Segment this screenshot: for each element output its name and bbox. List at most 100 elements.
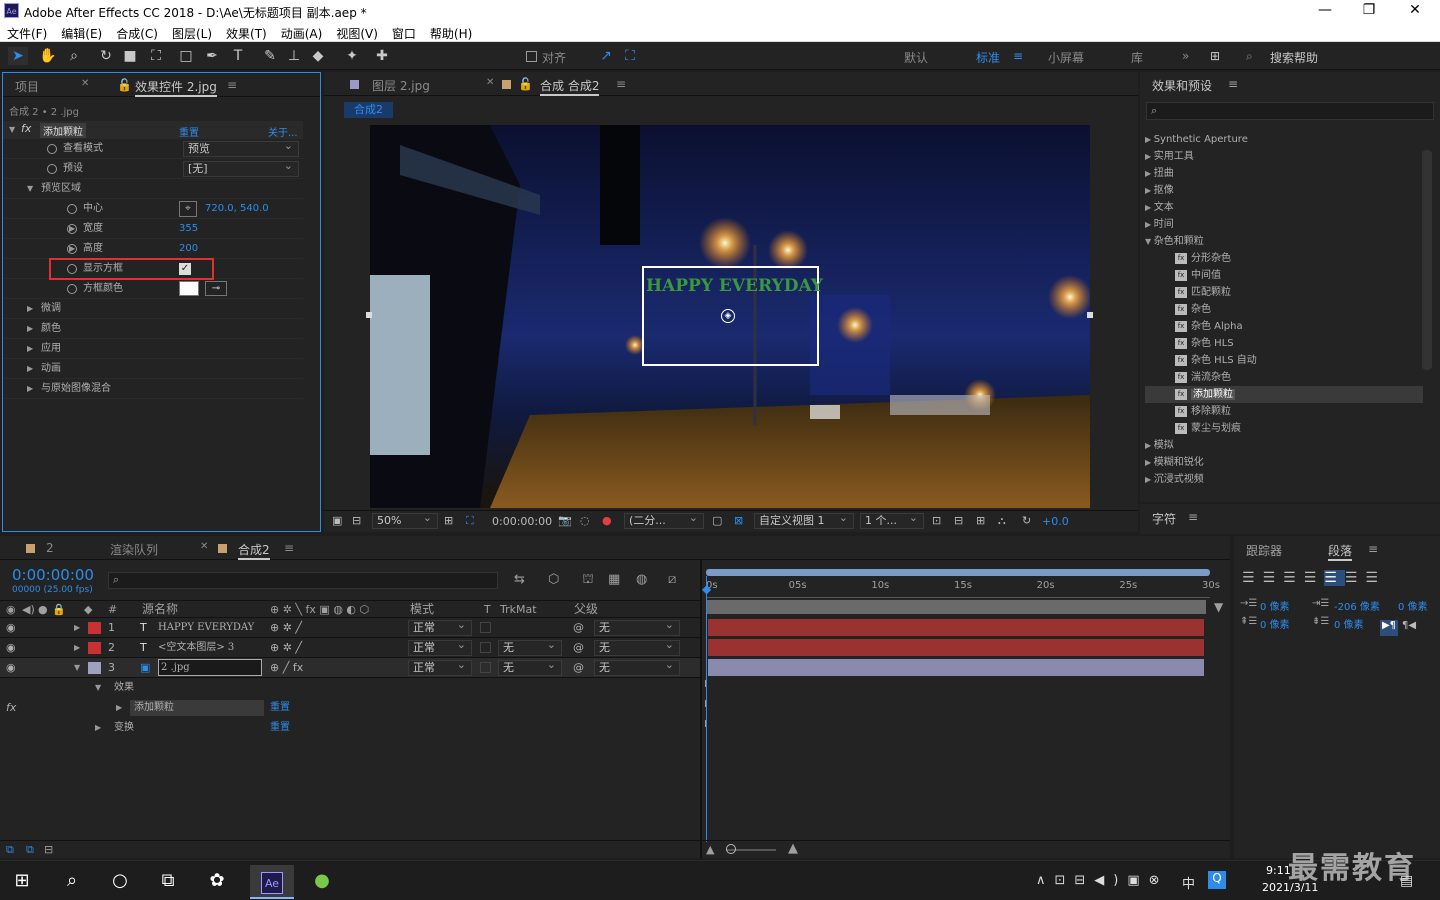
workspace-small-screen[interactable]: 小屏幕 [1048,49,1084,66]
eyedropper-icon[interactable]: ⊸ [205,281,227,296]
pinned-app-icon[interactable]: ✿ [205,869,229,893]
layer-name[interactable]: 2 .jpg [158,659,262,676]
panel-menu-icon[interactable]: ≡ [1228,77,1238,91]
justify-all-icon[interactable]: ☰ [1365,570,1386,586]
effects-tree-item[interactable]: fx 杂色 Alpha [1145,318,1423,335]
about-link[interactable]: 关于... [268,124,298,139]
close-icon[interactable]: ✕ [200,541,208,552]
expand-triangle-icon[interactable]: ▶ [74,638,80,658]
expand-triangle-icon[interactable]: ▶ [1145,458,1154,467]
property-value[interactable]: 355 [179,219,198,239]
layer-name[interactable]: HAPPY EVERYDAY [158,618,254,638]
space-after-field[interactable]: 0 像素 [1334,616,1364,631]
expand-triangle-icon[interactable]: ▶ [1145,152,1154,161]
stopwatch-icon[interactable] [67,284,77,294]
effect-property-row[interactable]: ▶ 应用 [3,339,303,359]
effect-property-row[interactable]: ▶ 高度 200 [3,239,303,259]
effect-property-row[interactable]: 方框颜色 ⊸ [3,279,303,299]
workspace-library[interactable]: 库 [1131,49,1143,66]
parent-dropdown[interactable]: 无 [594,638,680,656]
close-icon[interactable]: ✕ [486,77,494,88]
effects-tree-item[interactable]: ▶ 扭曲 [1145,165,1423,182]
workspace-default[interactable]: 默认 [904,49,928,66]
menu-animation[interactable]: 动画(A) [274,22,323,42]
stopwatch-icon[interactable] [47,164,57,174]
brush-tool-icon[interactable]: ✎ [260,47,280,65]
effects-search-input[interactable]: ⌕ [1146,102,1434,120]
tab-layer[interactable]: 图层 2.jpg [372,77,430,94]
maximize-icon[interactable]: ❐ [1354,2,1384,18]
expand-triangle-icon[interactable]: ▼ [95,678,101,698]
timeline-nav-icon[interactable]: ▼ [1214,600,1223,614]
camera-tool-icon[interactable]: ■ [120,47,140,65]
expand-triangle-icon[interactable]: ▼ [1145,237,1154,246]
system-tray-icons[interactable]: ∧⊡⊟◀)▣⊗ [1036,873,1169,888]
property-dropdown[interactable]: 预览 [183,139,299,157]
preserve-transparency-checkbox[interactable] [480,662,491,673]
effects-tree-item[interactable]: fx 中间值 [1145,267,1423,284]
snap-checkbox[interactable] [526,51,537,62]
visibility-eye-icon[interactable]: ◉ [6,638,16,658]
effects-tree-item[interactable]: ▶ 时间 [1145,216,1423,233]
qq-icon[interactable]: Q [1208,871,1226,889]
layer-duration-bar[interactable] [708,639,1204,656]
more-workspaces-icon[interactable]: » [1182,49,1189,63]
effects-tree-item[interactable]: ▶ 抠像 [1145,182,1423,199]
layer-switches-icons[interactable]: ⊕ ✲ ╱ [270,638,302,658]
pick-whip-icon[interactable]: @ [573,638,584,658]
layer-row[interactable]: ◉ ▼ 3 ▣ 2 .jpg ⊕ ╱ fx 正常 无 @ 无 [0,658,1204,678]
work-area-bar[interactable] [706,569,1210,576]
effects-tree-item[interactable]: fx 湍流杂色 [1145,369,1423,386]
layer-label-color[interactable] [88,642,101,654]
effects-tree-item[interactable]: fx 杂色 [1145,301,1423,318]
layer-label-color[interactable] [88,622,101,634]
parent-dropdown[interactable]: 无 [594,658,680,676]
rectangle-tool-icon[interactable]: □ [176,47,196,65]
resolution-dropdown[interactable]: (二分... [624,511,704,529]
justify-left-icon[interactable]: ☰ [1304,570,1325,586]
layer-switches-icon[interactable]: ⧉ [6,843,14,857]
layer-name[interactable]: <空文本图层> 3 [158,638,234,658]
expand-triangle-icon[interactable]: ▶ [27,319,33,339]
mask-icon[interactable]: ⛶ [466,514,474,528]
indent-left-field[interactable]: 0 像素 [1260,598,1290,613]
fx-icon[interactable]: fx [6,698,16,718]
layer-duration-bar[interactable] [708,619,1204,636]
eraser-tool-icon[interactable]: ◆ [308,47,328,65]
effects-tree-item[interactable]: fx 蒙尘与划痕 [1145,420,1423,437]
help-search-input[interactable]: 搜索帮助 [1270,49,1318,66]
region-icon[interactable]: ⊟ [352,514,361,527]
effect-reset-link[interactable]: 重置 [270,698,290,718]
timeline-timecode[interactable]: 0:00:00:00 [12,566,94,584]
type-tool-icon[interactable]: T [228,47,248,65]
effects-tree-item[interactable]: ▶ 模糊和锐化 [1145,454,1423,471]
effect-property-row[interactable]: ▶ 颜色 [3,319,303,339]
blend-mode-dropdown[interactable]: 正常 [408,658,472,676]
expand-triangle-icon[interactable]: ▶ [27,359,33,379]
blend-mode-dropdown[interactable]: 正常 [408,638,472,656]
stopwatch-icon[interactable] [67,224,77,234]
pick-whip-icon[interactable]: @ [573,618,584,638]
show-snapshot-icon[interactable]: ◌ [580,514,590,527]
expand-triangle-icon[interactable]: ▼ [27,179,33,199]
alignment-buttons[interactable]: ☰☰☰☰☰☰☰ [1242,570,1386,586]
playhead-icon[interactable]: ◆ [702,582,711,596]
indent-first-field[interactable]: -206 像素 [1334,598,1380,613]
effects-scrollbar[interactable] [1422,150,1432,370]
expand-triangle-icon[interactable]: ▶ [74,618,80,638]
expand-triangle-icon[interactable]: ▶ [116,698,122,718]
close-icon[interactable]: ✕ [81,78,89,89]
selection-tool-icon[interactable]: ➤ [8,47,28,65]
fast-preview-icon[interactable]: ⊟ [954,514,963,527]
clone-tool-icon[interactable]: ⊥ [284,47,304,65]
effects-tree-item[interactable]: ▼ 杂色和颗粒 [1145,233,1423,250]
ltr-direction-icon[interactable]: ▶¶ [1380,620,1398,636]
puppet-tool-icon[interactable]: ✚ [372,47,392,65]
ime-indicator[interactable]: 中 [1182,873,1195,892]
graph-editor-icon[interactable]: ⧄ [668,572,676,587]
tab-render-queue[interactable]: 渲染队列 [110,541,158,558]
menu-file[interactable]: 文件(F) [0,22,47,42]
panel-menu-icon[interactable]: ≡ [284,541,294,555]
grid-icon[interactable]: ⊞ [444,514,453,527]
expand-triangle-icon[interactable]: ▶ [1145,441,1154,450]
